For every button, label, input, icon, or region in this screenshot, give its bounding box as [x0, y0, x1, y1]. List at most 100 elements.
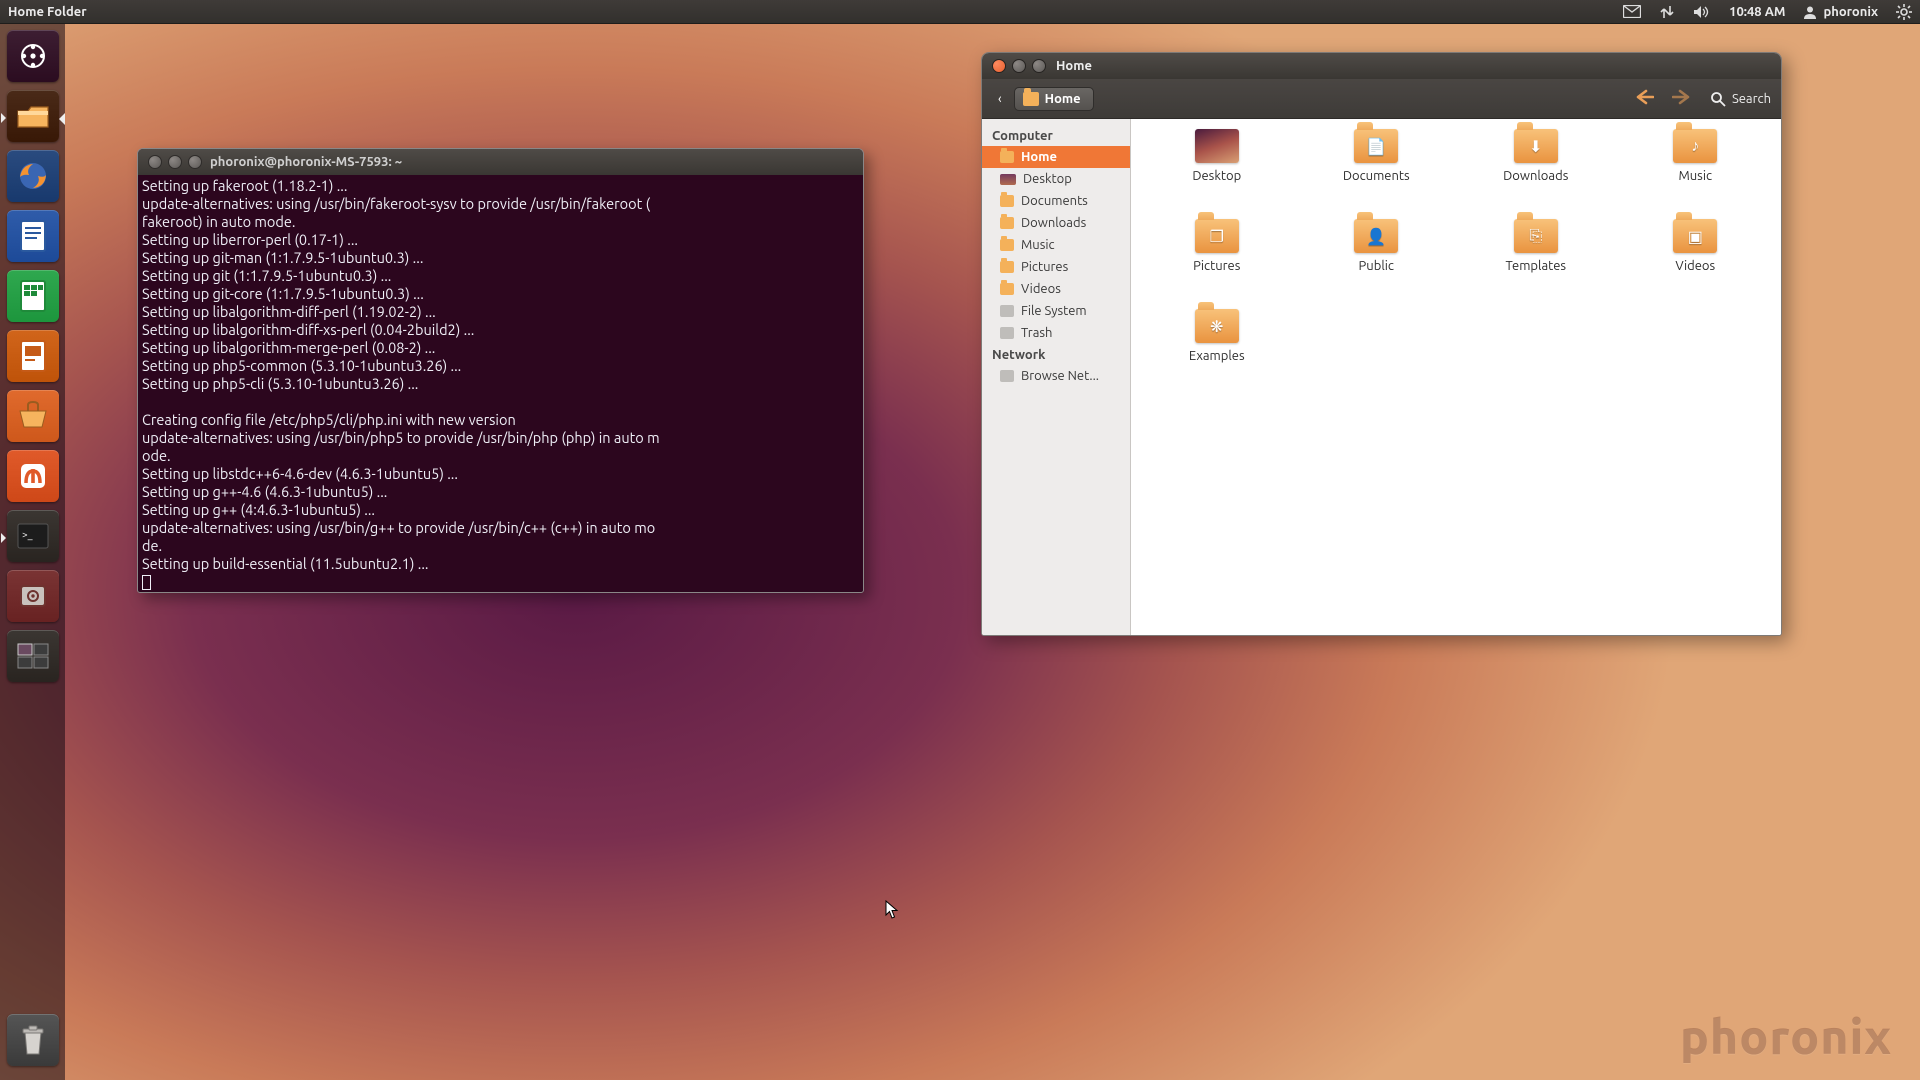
path-home-label: Home — [1045, 92, 1081, 106]
sidebar-item-label: Trash — [1021, 326, 1052, 340]
focused-app-title: Home Folder — [8, 5, 87, 19]
folder-icon — [1023, 92, 1039, 106]
terminal-close-button[interactable] — [148, 155, 162, 169]
file-videos[interactable]: ▣ Videos — [1620, 219, 1770, 273]
user-name: phoronix — [1823, 5, 1878, 19]
files-maximize-button[interactable] — [1032, 59, 1046, 73]
terminal-output[interactable]: Setting up fakeroot (1.18.2-1) ... updat… — [138, 175, 863, 593]
sidebar-item-documents[interactable]: Documents — [982, 190, 1130, 212]
sidebar-item-label: Music — [1021, 238, 1055, 252]
path-bar[interactable]: ‹ Home — [992, 87, 1094, 111]
folder-icon — [1000, 239, 1014, 251]
file-label: Desktop — [1192, 169, 1241, 183]
sidebar-item-desktop[interactable]: Desktop — [982, 168, 1130, 190]
network-icon — [1659, 4, 1675, 20]
sidebar-item-label: Videos — [1021, 282, 1061, 296]
file-templates[interactable]: ⎘Templates — [1461, 219, 1611, 273]
terminal-cursor — [142, 575, 151, 590]
sidebar-item-file-system[interactable]: File System — [982, 300, 1130, 322]
folder-icon: 👤 — [1354, 219, 1398, 253]
launcher-calc[interactable] — [7, 270, 59, 322]
svg-text:>_: >_ — [22, 529, 33, 540]
terminal-title: phoronix@phoronix-MS-7593: ~ — [210, 155, 402, 169]
launcher-writer[interactable] — [7, 210, 59, 262]
fs-icon — [1000, 305, 1014, 317]
launcher-settings[interactable] — [7, 570, 59, 622]
launcher-impress[interactable] — [7, 330, 59, 382]
running-pip-icon — [1, 533, 6, 543]
sound-icon — [1693, 5, 1711, 19]
running-pip-icon — [1, 113, 6, 123]
folder-icon — [1000, 283, 1014, 295]
sidebar-item-pictures[interactable]: Pictures — [982, 256, 1130, 278]
trash-icon — [19, 1024, 47, 1056]
files-minimize-button[interactable] — [1012, 59, 1026, 73]
gear-icon — [1896, 4, 1912, 20]
user-menu[interactable]: phoronix — [1803, 5, 1878, 19]
sidebar-item-label: Desktop — [1023, 172, 1072, 186]
sound-indicator[interactable] — [1693, 5, 1711, 19]
sidebar-item-label: Home — [1021, 150, 1057, 164]
sidebar-item-videos[interactable]: Videos — [982, 278, 1130, 300]
folder-icon — [1000, 217, 1014, 229]
path-home-crumb[interactable]: Home — [1014, 87, 1094, 111]
launcher-nautilus[interactable] — [7, 90, 59, 142]
terminal-titlebar[interactable]: phoronix@phoronix-MS-7593: ~ — [138, 149, 863, 175]
sidebar-header-computer: Computer — [982, 125, 1130, 146]
launcher-trash[interactable] — [7, 1014, 59, 1066]
file-public[interactable]: 👤Public — [1301, 219, 1451, 273]
trash-icon — [1000, 327, 1014, 339]
file-documents[interactable]: 📄 Documents — [1301, 129, 1451, 183]
file-label: Examples — [1189, 349, 1245, 363]
file-label: Videos — [1675, 259, 1715, 273]
files-close-button[interactable] — [992, 59, 1006, 73]
file-pictures[interactable]: ❐Pictures — [1142, 219, 1292, 273]
active-window-indicator — [59, 113, 65, 125]
search-label: Search — [1732, 92, 1771, 106]
folder-icon: ▣ — [1673, 219, 1717, 253]
files-titlebar[interactable]: Home — [982, 53, 1781, 79]
cursor-icon — [885, 900, 899, 920]
launcher-firefox[interactable] — [7, 150, 59, 202]
files-window[interactable]: Home ‹ Home Search Computer HomeDes — [981, 52, 1782, 636]
file-music[interactable]: ♪ Music — [1620, 129, 1770, 183]
file-label: Music — [1678, 169, 1712, 183]
sidebar-item-home[interactable]: Home — [982, 146, 1130, 168]
launcher-terminal[interactable]: >_ — [7, 510, 59, 562]
folder-icon — [1000, 261, 1014, 273]
path-root-crumb[interactable]: ‹ — [992, 87, 1008, 111]
watermark-text: phoronix — [1680, 1010, 1892, 1064]
sidebar-item-browse-net-[interactable]: Browse Net... — [982, 365, 1130, 387]
nav-back-button[interactable] — [1634, 89, 1654, 109]
sidebar-item-music[interactable]: Music — [982, 234, 1130, 256]
network-indicator[interactable] — [1659, 4, 1675, 20]
net-icon — [1000, 370, 1014, 382]
file-examples[interactable]: ❋Examples — [1142, 309, 1292, 363]
search-button[interactable]: Search — [1710, 91, 1771, 107]
terminal-maximize-button[interactable] — [188, 155, 202, 169]
folder-icon: ♪ — [1673, 129, 1717, 163]
launcher-dash[interactable] — [7, 30, 59, 82]
file-label: Downloads — [1503, 169, 1568, 183]
desktop-icon — [1195, 129, 1239, 163]
sidebar-item-trash[interactable]: Trash — [982, 322, 1130, 344]
sidebar-header-network: Network — [982, 344, 1130, 365]
folder-icon: ⬇ — [1514, 129, 1558, 163]
terminal-window[interactable]: phoronix@phoronix-MS-7593: ~ Setting up … — [137, 148, 864, 593]
folder-icon: 📄 — [1354, 129, 1398, 163]
file-downloads[interactable]: ⬇ Downloads — [1461, 129, 1611, 183]
launcher-workspace[interactable] — [7, 630, 59, 682]
session-indicator[interactable] — [1896, 4, 1912, 20]
nav-forward-button[interactable] — [1672, 89, 1692, 109]
mail-icon — [1623, 5, 1641, 18]
file-label: Documents — [1343, 169, 1410, 183]
launcher-software-center[interactable] — [7, 390, 59, 442]
file-desktop[interactable]: Desktop — [1142, 129, 1292, 183]
files-icon-view[interactable]: Desktop 📄 Documents ⬇ Downloads ♪ Music ❐Pictur… — [1131, 119, 1781, 635]
files-title: Home — [1056, 59, 1092, 73]
terminal-minimize-button[interactable] — [168, 155, 182, 169]
clock[interactable]: 10:48 AM — [1729, 5, 1785, 19]
sidebar-item-downloads[interactable]: Downloads — [982, 212, 1130, 234]
launcher-ubuntu-one[interactable] — [7, 450, 59, 502]
mail-indicator[interactable] — [1623, 5, 1641, 18]
